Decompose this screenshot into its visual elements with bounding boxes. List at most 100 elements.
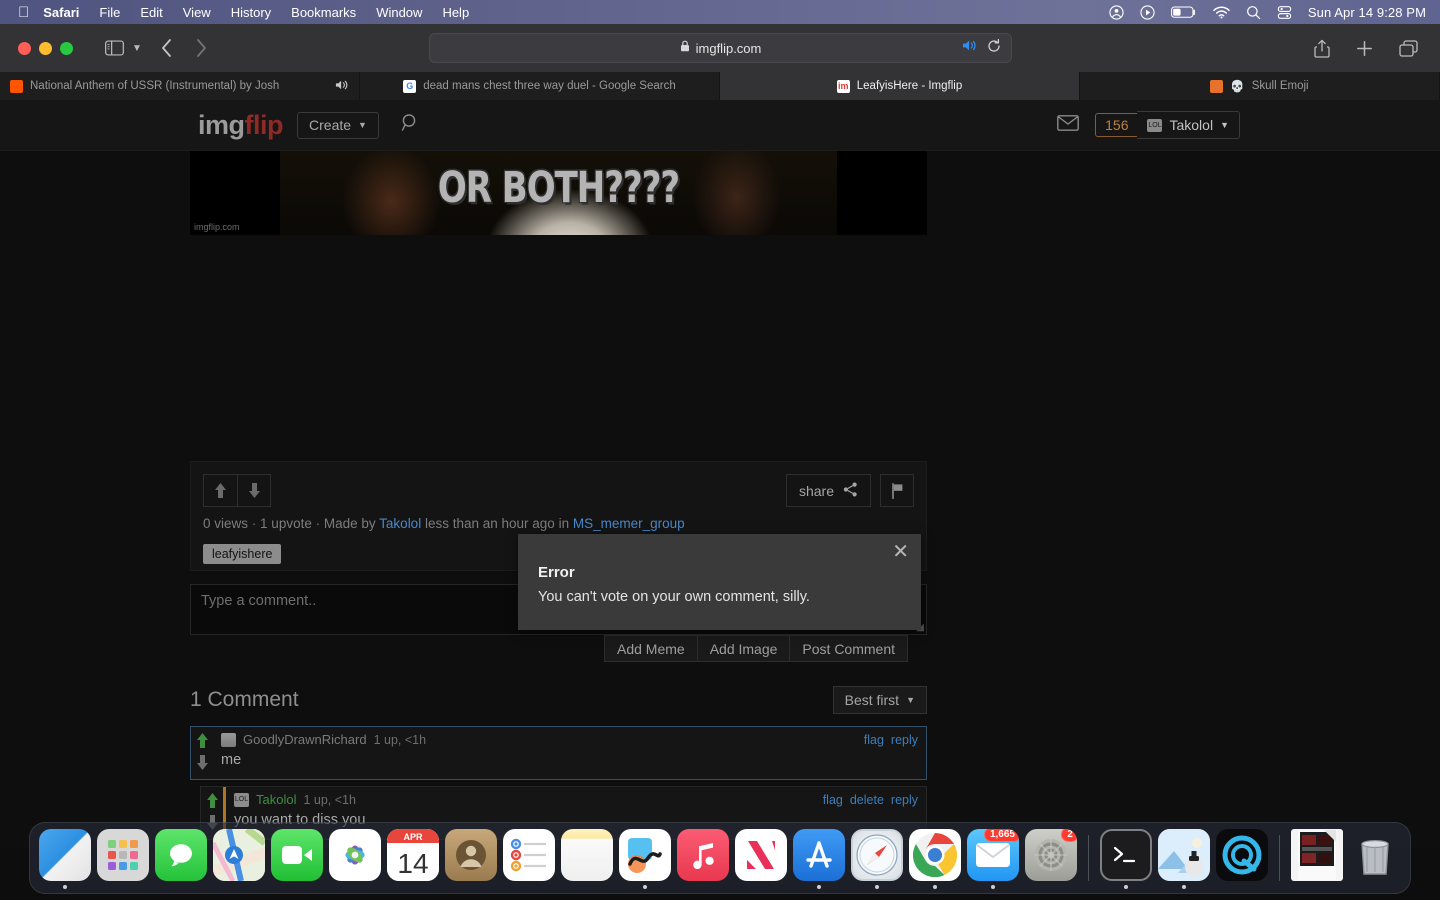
menu-item-bookmarks[interactable]: Bookmarks [291,5,356,20]
minimize-button[interactable] [39,41,52,55]
user-menu-button[interactable]: LOL Takolol ▼ [1137,111,1240,139]
address-bar[interactable]: imgflip.com [429,33,1012,63]
svg-text:APR: APR [403,832,423,842]
chevron-right-icon[interactable] [195,38,208,58]
dock-item-terminal[interactable] [1099,826,1153,890]
comment-reply-link[interactable]: reply [891,733,918,747]
dock-item-music[interactable] [676,826,730,890]
menu-item-history[interactable]: History [231,5,271,20]
apple-logo-icon[interactable]:  [18,5,29,20]
battery-icon[interactable] [1170,6,1197,19]
browser-tab-skull-emoji[interactable]: 💀 Skull Emoji [1080,72,1440,100]
lol-badge-icon[interactable]: LOL [234,792,249,807]
control-play-icon[interactable] [1140,4,1155,20]
menu-item-file[interactable]: File [99,5,120,20]
sidebar-toggle-icon[interactable] [105,40,124,56]
dock-item-preview[interactable] [1157,826,1211,890]
post-upvote-button[interactable] [203,474,237,507]
dock-item-messages[interactable] [154,826,208,890]
google-icon: G [403,79,417,93]
post-author-link[interactable]: Takolol [379,516,421,531]
dock-item-quicktime-player[interactable] [1215,826,1269,890]
dock-item-news[interactable] [734,826,788,890]
user-account-icon[interactable] [1109,4,1124,20]
dock-item-safari[interactable] [850,826,904,890]
tab-speaker-icon[interactable] [335,79,349,94]
dock-item-facetime[interactable] [270,826,324,890]
comment-flag-link[interactable]: flag [864,733,884,747]
menu-item-safari[interactable]: Safari [43,5,79,20]
share-icon[interactable] [1314,39,1330,58]
comment-author[interactable]: GoodlyDrawnRichard [243,732,367,747]
browser-tab-title: Skull Emoji [1251,80,1309,92]
speaker-icon[interactable] [962,39,977,57]
menu-item-view[interactable]: View [183,5,211,20]
wifi-icon[interactable] [1213,6,1230,19]
browser-tab-imgflip[interactable]: im LeafyisHere - Imgflip [720,72,1080,100]
zoom-button[interactable] [60,41,73,55]
comment-downvote-button[interactable] [196,754,209,775]
comment-delete-link[interactable]: delete [850,793,884,807]
post-comment-button[interactable]: Post Comment [789,635,909,662]
comment-upvote-button[interactable] [206,792,219,813]
share-button[interactable]: share [785,474,871,507]
error-dialog-title: Error [538,564,575,581]
flag-button[interactable] [880,474,914,507]
plus-icon[interactable] [1356,40,1373,57]
menu-item-edit[interactable]: Edit [140,5,162,20]
comment-flag-link[interactable]: flag [823,793,843,807]
dock-item-freeform[interactable] [618,826,672,890]
meme-caption-text: OR BOTH???? [437,163,680,213]
comment-header-row: GoodlyDrawnRichard 1 up, <1h flag reply [221,732,918,747]
browser-tab-title: dead mans chest three way duel - Google … [423,80,676,92]
comment-upvote-button[interactable] [196,732,209,753]
dock-item-mail[interactable]: 1,665 [966,826,1020,890]
dock-item-chrome[interactable] [908,826,962,890]
user-avatar-icon[interactable] [221,732,236,747]
dock-item-launchpad[interactable] [96,826,150,890]
comment-vote-group [191,727,213,779]
dock-item-notes[interactable] [560,826,614,890]
post-tag[interactable]: leafyishere [203,544,282,564]
imgflip-logo[interactable]: imgflip [198,110,284,141]
search-icon[interactable] [1246,5,1261,20]
dock-separator [1279,835,1280,881]
envelope-icon[interactable] [1057,114,1080,136]
create-button[interactable]: Create ▼ [297,111,379,139]
points-badge[interactable]: 156 [1095,113,1138,137]
add-meme-button[interactable]: Add Meme [604,635,697,662]
dock-item-maps[interactable] [212,826,266,890]
dock-item-reminders[interactable] [502,826,556,890]
browser-tab-soundcloud[interactable]: National Anthem of USSR (Instrumental) b… [0,72,360,100]
search-icon[interactable] [401,113,420,137]
chevron-left-icon[interactable] [160,38,173,58]
comment-text: me [221,752,242,768]
meme-image[interactable]: OR BOTH???? imgflip.com [190,151,927,235]
menu-item-window[interactable]: Window [376,5,422,20]
comment-author[interactable]: Takolol [256,792,296,807]
menu-bar-clock[interactable]: Sun Apr 14 9:28 PM [1308,5,1426,20]
dock-item-trash[interactable] [1348,826,1402,890]
chevron-down-icon[interactable]: ▼ [132,43,142,54]
reload-icon[interactable] [987,38,1001,58]
comment-reply-link[interactable]: reply [891,793,918,807]
dock-item-contacts[interactable] [444,826,498,890]
comment-sort-button[interactable]: Best first ▼ [832,686,927,714]
dock-item-finder[interactable] [38,826,92,890]
dock-item-system-settings[interactable]: 2 [1024,826,1078,890]
post-stream-link[interactable]: MS_memer_group [573,516,685,531]
toolbar-right-actions [1314,39,1440,58]
dock-item-calendar[interactable]: APR 14 [386,826,440,890]
tab-overview-icon[interactable] [1399,39,1418,57]
browser-tab-google-search[interactable]: G dead mans chest three way duel - Googl… [360,72,720,100]
add-image-button[interactable]: Add Image [696,635,790,662]
dock-item-document[interactable] [1290,826,1344,890]
close-button[interactable] [18,41,31,55]
comment-item[interactable]: GoodlyDrawnRichard 1 up, <1h flag reply … [190,726,927,780]
close-icon[interactable]: ✕ [892,542,909,562]
menu-item-help[interactable]: Help [442,5,469,20]
post-downvote-button[interactable] [237,474,271,507]
dock-item-app-store[interactable] [792,826,846,890]
control-center-icon[interactable] [1277,5,1292,20]
dock-item-photos[interactable] [328,826,382,890]
